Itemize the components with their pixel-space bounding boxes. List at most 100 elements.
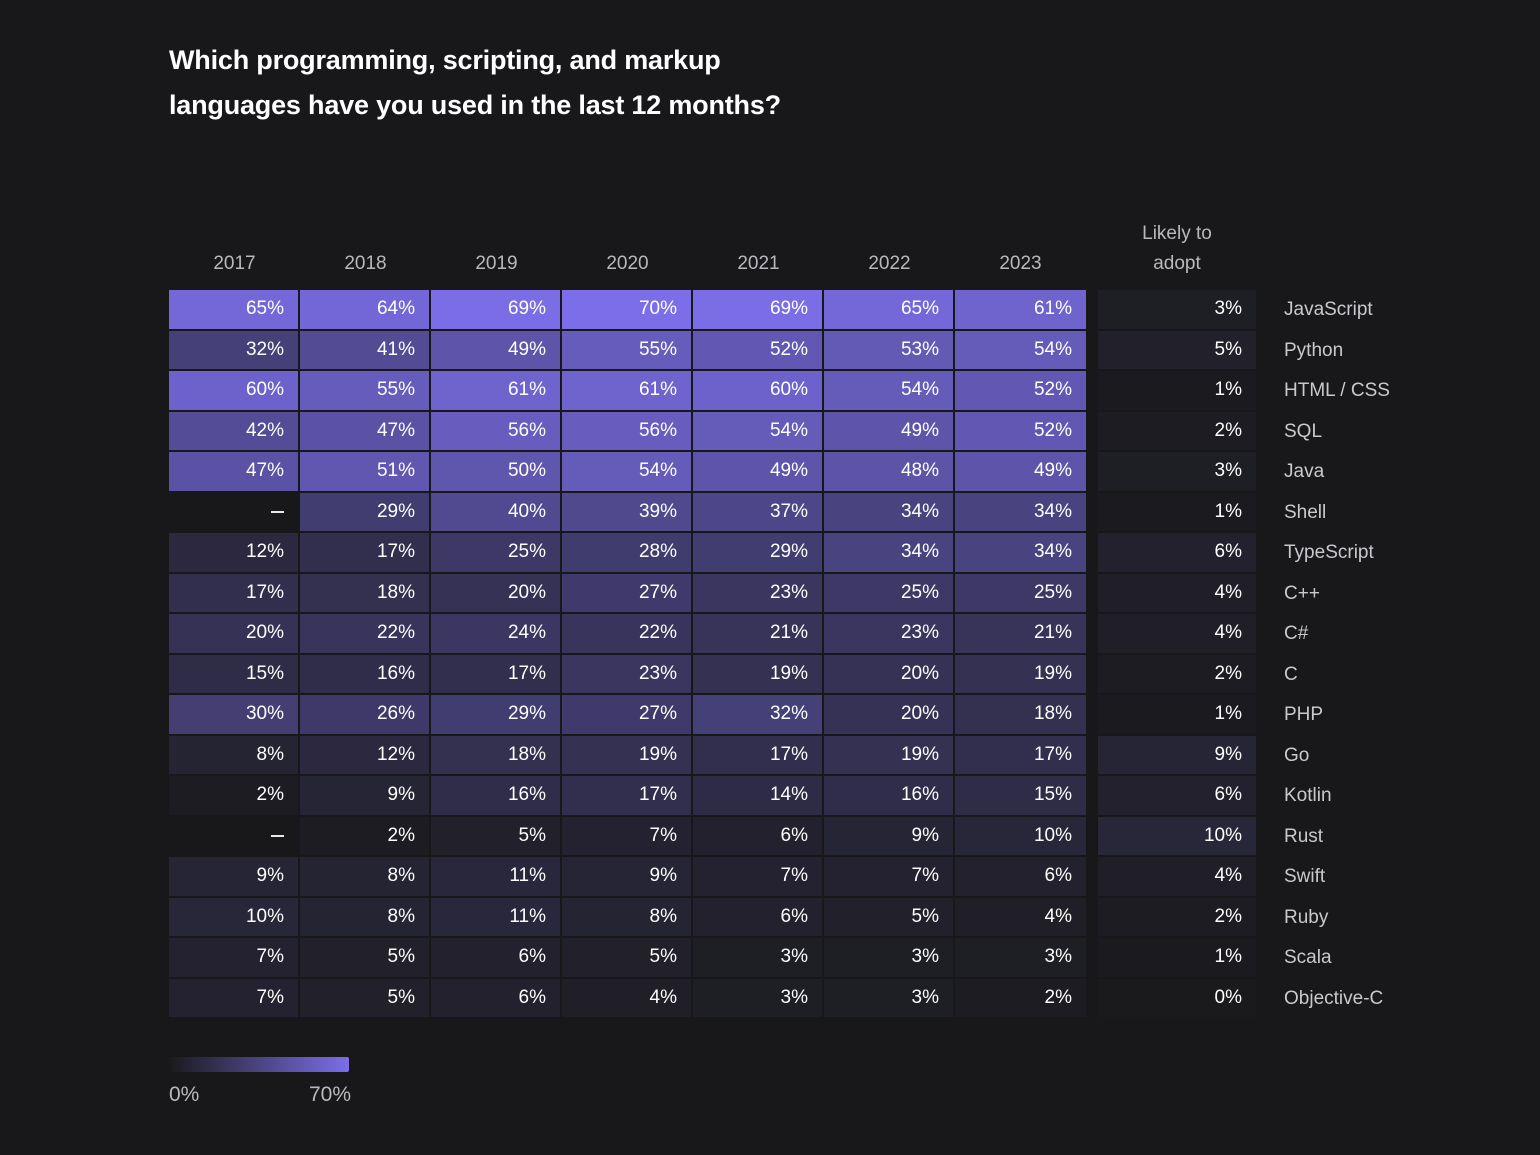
likely-to-adopt-cell[interactable]: 9% <box>1098 735 1256 776</box>
heatmap-cell[interactable]: 69% <box>431 290 562 331</box>
heatmap-cell[interactable]: 4% <box>562 978 693 1019</box>
heatmap-cell[interactable]: 55% <box>300 371 431 412</box>
heatmap-cell[interactable]: 55% <box>562 330 693 371</box>
heatmap-cell[interactable]: 3% <box>693 938 824 979</box>
heatmap-cell[interactable]: 42% <box>169 411 300 452</box>
heatmap-cell[interactable]: 22% <box>300 614 431 655</box>
heatmap-cell[interactable]: 20% <box>431 573 562 614</box>
heatmap-cell[interactable]: 23% <box>693 573 824 614</box>
heatmap-cell[interactable]: 7% <box>169 938 300 979</box>
heatmap-cell[interactable]: 17% <box>693 735 824 776</box>
heatmap-cell[interactable]: 39% <box>562 492 693 533</box>
heatmap-cell[interactable]: 64% <box>300 290 431 331</box>
likely-to-adopt-cell[interactable]: 4% <box>1098 857 1256 898</box>
heatmap-cell[interactable]: 65% <box>824 290 955 331</box>
heatmap-cell[interactable]: 32% <box>169 330 300 371</box>
heatmap-cell[interactable]: 19% <box>824 735 955 776</box>
heatmap-cell[interactable]: 18% <box>955 695 1086 736</box>
heatmap-cell[interactable]: 20% <box>824 695 955 736</box>
heatmap-cell[interactable]: 54% <box>693 411 824 452</box>
heatmap-cell[interactable]: 21% <box>693 614 824 655</box>
likely-to-adopt-cell[interactable]: 1% <box>1098 938 1256 979</box>
likely-to-adopt-cell[interactable]: 3% <box>1098 290 1256 331</box>
heatmap-cell[interactable]: 7% <box>824 857 955 898</box>
heatmap-cell[interactable]: 52% <box>693 330 824 371</box>
heatmap-cell[interactable]: 56% <box>562 411 693 452</box>
heatmap-cell[interactable]: 25% <box>431 533 562 574</box>
heatmap-cell[interactable]: 17% <box>562 776 693 817</box>
heatmap-cell[interactable]: 54% <box>824 371 955 412</box>
heatmap-cell[interactable]: 16% <box>824 776 955 817</box>
heatmap-cell[interactable]: 3% <box>693 978 824 1019</box>
heatmap-cell[interactable]: 70% <box>562 290 693 331</box>
heatmap-cell[interactable]: 30% <box>169 695 300 736</box>
heatmap-cell[interactable]: 5% <box>562 938 693 979</box>
likely-to-adopt-cell[interactable]: 6% <box>1098 776 1256 817</box>
heatmap-cell[interactable]: 25% <box>824 573 955 614</box>
heatmap-cell[interactable]: 60% <box>693 371 824 412</box>
heatmap-cell[interactable]: 50% <box>431 452 562 493</box>
heatmap-cell[interactable]: 69% <box>693 290 824 331</box>
heatmap-cell[interactable]: 34% <box>824 492 955 533</box>
heatmap-cell[interactable]: 11% <box>431 857 562 898</box>
heatmap-cell[interactable]: 27% <box>562 573 693 614</box>
heatmap-cell[interactable]: 61% <box>431 371 562 412</box>
heatmap-cell[interactable]: 48% <box>824 452 955 493</box>
likely-to-adopt-cell[interactable]: 6% <box>1098 533 1256 574</box>
heatmap-cell[interactable]: 8% <box>300 897 431 938</box>
heatmap-cell[interactable]: 6% <box>431 978 562 1019</box>
heatmap-cell[interactable]: 49% <box>824 411 955 452</box>
heatmap-cell[interactable]: 49% <box>693 452 824 493</box>
heatmap-cell[interactable]: 2% <box>300 816 431 857</box>
heatmap-cell[interactable]: 47% <box>300 411 431 452</box>
heatmap-cell[interactable]: 6% <box>955 857 1086 898</box>
likely-to-adopt-cell[interactable]: 3% <box>1098 452 1256 493</box>
heatmap-cell[interactable]: 65% <box>169 290 300 331</box>
likely-to-adopt-cell[interactable]: 0% <box>1098 978 1256 1019</box>
heatmap-cell[interactable]: 15% <box>169 654 300 695</box>
heatmap-cell[interactable]: 12% <box>300 735 431 776</box>
heatmap-cell[interactable]: 10% <box>169 897 300 938</box>
likely-to-adopt-cell[interactable]: 1% <box>1098 695 1256 736</box>
heatmap-cell[interactable]: 60% <box>169 371 300 412</box>
heatmap-cell[interactable]: 24% <box>431 614 562 655</box>
heatmap-cell[interactable]: 9% <box>169 857 300 898</box>
heatmap-cell[interactable]: 51% <box>300 452 431 493</box>
heatmap-cell[interactable]: 6% <box>693 897 824 938</box>
heatmap-cell[interactable]: 61% <box>562 371 693 412</box>
heatmap-cell[interactable]: 7% <box>169 978 300 1019</box>
heatmap-cell[interactable]: 49% <box>955 452 1086 493</box>
likely-to-adopt-cell[interactable]: 10% <box>1098 816 1256 857</box>
heatmap-cell[interactable]: 9% <box>562 857 693 898</box>
heatmap-cell[interactable]: 41% <box>300 330 431 371</box>
heatmap-cell[interactable]: 52% <box>955 411 1086 452</box>
heatmap-cell[interactable]: 6% <box>693 816 824 857</box>
heatmap-cell[interactable]: 18% <box>431 735 562 776</box>
heatmap-cell[interactable]: 49% <box>431 330 562 371</box>
heatmap-cell[interactable]: 22% <box>562 614 693 655</box>
heatmap-cell[interactable]: 25% <box>955 573 1086 614</box>
heatmap-cell[interactable]: 17% <box>169 573 300 614</box>
heatmap-cell[interactable]: 17% <box>300 533 431 574</box>
heatmap-cell[interactable]: 34% <box>955 492 1086 533</box>
heatmap-cell[interactable]: 2% <box>955 978 1086 1019</box>
heatmap-cell[interactable] <box>169 492 300 533</box>
likely-to-adopt-cell[interactable]: 4% <box>1098 614 1256 655</box>
heatmap-cell[interactable]: 26% <box>300 695 431 736</box>
heatmap-cell[interactable]: 23% <box>562 654 693 695</box>
heatmap-cell[interactable]: 16% <box>300 654 431 695</box>
heatmap-cell[interactable]: 27% <box>562 695 693 736</box>
heatmap-cell[interactable]: 23% <box>824 614 955 655</box>
heatmap-cell[interactable]: 5% <box>824 897 955 938</box>
heatmap-cell[interactable]: 3% <box>824 938 955 979</box>
heatmap-cell[interactable]: 19% <box>562 735 693 776</box>
likely-to-adopt-cell[interactable]: 2% <box>1098 654 1256 695</box>
heatmap-cell[interactable]: 5% <box>300 938 431 979</box>
heatmap-cell[interactable]: 9% <box>300 776 431 817</box>
heatmap-cell[interactable]: 19% <box>955 654 1086 695</box>
heatmap-cell[interactable]: 54% <box>955 330 1086 371</box>
likely-to-adopt-cell[interactable]: 1% <box>1098 371 1256 412</box>
heatmap-cell[interactable] <box>169 816 300 857</box>
heatmap-cell[interactable]: 20% <box>824 654 955 695</box>
heatmap-cell[interactable]: 3% <box>824 978 955 1019</box>
